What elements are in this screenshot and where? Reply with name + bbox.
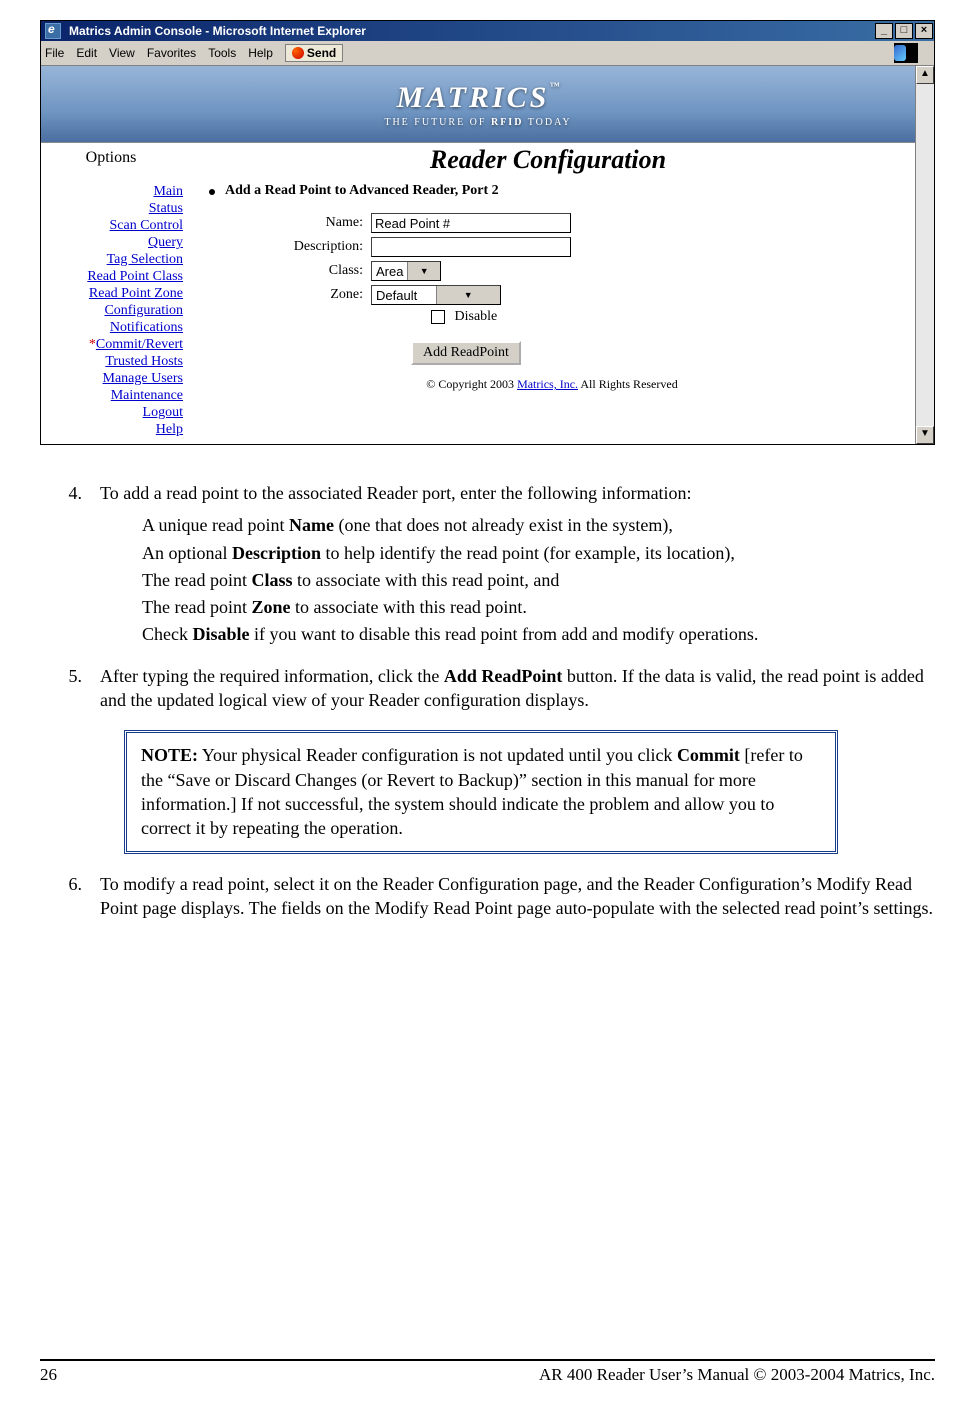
sidebar-nav: Main Status Scan Control Query Tag Selec… (41, 177, 189, 444)
menu-edit[interactable]: Edit (76, 46, 97, 60)
scroll-down-button[interactable]: ▼ (916, 426, 934, 444)
document-body: 4. To add a read point to the associated… (40, 481, 935, 920)
step-number-4: 4. (40, 481, 100, 650)
class-select-value: Area (372, 264, 407, 279)
sidebar-item-read-point-class[interactable]: Read Point Class (43, 268, 183, 285)
menu-tools[interactable]: Tools (208, 46, 236, 60)
matrics-link[interactable]: Matrics, Inc. (517, 377, 578, 391)
page-number: 26 (40, 1365, 57, 1385)
sidebar-item-manage-users[interactable]: Manage Users (43, 370, 183, 387)
zone-select[interactable]: Default ▼ (371, 285, 501, 305)
matrics-logo: MATRICS™ (397, 81, 560, 115)
copyright-line: © Copyright 2003 Matrics, Inc. All Right… (203, 369, 901, 396)
footer-title: AR 400 Reader User’s Manual © 2003-2004 … (539, 1365, 935, 1385)
sidebar-item-status[interactable]: Status (43, 200, 183, 217)
page-title: Reader Configuration (181, 143, 915, 177)
sidebar-item-notifications[interactable]: Notifications (43, 319, 183, 336)
ie-icon (45, 23, 61, 39)
step-6-text: To modify a read point, select it on the… (100, 872, 935, 921)
disable-checkbox[interactable] (431, 310, 445, 324)
matrics-banner: MATRICS™ THE FUTURE OF RFID TODAY (41, 66, 915, 142)
page-header-row: Options Reader Configuration (41, 142, 915, 177)
menu-file[interactable]: File (45, 46, 64, 60)
name-label: Name: (203, 215, 371, 231)
step-4-line-b: An optional Description to help identify… (142, 541, 935, 565)
send-label: Send (307, 46, 336, 60)
sidebar-item-tag-selection[interactable]: Tag Selection (43, 251, 183, 268)
disable-label: Disable (455, 309, 498, 324)
options-header: Options (41, 143, 181, 177)
close-button[interactable]: × (915, 23, 933, 39)
send-icon (292, 47, 304, 59)
vertical-scrollbar[interactable]: ▲ ▼ (916, 66, 934, 444)
sidebar-item-commit-revert[interactable]: Commit/Revert (96, 337, 183, 352)
menu-favorites[interactable]: Favorites (147, 46, 196, 60)
step-number-5: 5. (40, 664, 100, 713)
step-5-text: After typing the required information, c… (100, 664, 935, 713)
sidebar-item-logout[interactable]: Logout (43, 404, 183, 421)
menu-view[interactable]: View (109, 46, 135, 60)
class-select[interactable]: Area ▼ (371, 261, 441, 281)
note-box: NOTE: Your physical Reader configuration… (124, 730, 838, 853)
sidebar-item-scan-control[interactable]: Scan Control (43, 217, 183, 234)
send-button[interactable]: Send (285, 44, 343, 62)
main-form: Add a Read Point to Advanced Reader, Por… (189, 177, 915, 444)
uncommitted-star-icon: * (89, 337, 96, 352)
title-bar: Matrics Admin Console - Microsoft Intern… (41, 21, 934, 41)
description-input[interactable] (371, 237, 571, 257)
scroll-track[interactable] (916, 84, 934, 426)
scroll-up-button[interactable]: ▲ (916, 66, 934, 84)
menu-help[interactable]: Help (248, 46, 273, 60)
sidebar-item-trusted-hosts[interactable]: Trusted Hosts (43, 353, 183, 370)
bullet-icon (209, 189, 215, 195)
sidebar-item-help[interactable]: Help (43, 421, 183, 438)
add-readpoint-button[interactable]: Add ReadPoint (411, 341, 521, 365)
sidebar-item-read-point-zone[interactable]: Read Point Zone (43, 285, 183, 302)
chevron-down-icon: ▼ (436, 286, 501, 304)
class-label: Class: (203, 263, 371, 279)
name-input[interactable] (371, 213, 571, 233)
step-4-line-d: The read point Zone to associate with th… (142, 595, 935, 619)
page-footer: 26 AR 400 Reader User’s Manual © 2003-20… (40, 1359, 935, 1385)
sidebar-item-main[interactable]: Main (43, 183, 183, 200)
step-number-6: 6. (40, 872, 100, 921)
step-4-line-a: A unique read point Name (one that does … (142, 513, 935, 537)
sidebar-item-query[interactable]: Query (43, 234, 183, 251)
ie-logo-icon (894, 45, 906, 61)
chevron-down-icon: ▼ (407, 262, 440, 280)
description-label: Description: (203, 239, 371, 255)
form-heading: Add a Read Point to Advanced Reader, Por… (225, 183, 499, 199)
step-4-intro: To add a read point to the associated Re… (100, 481, 935, 505)
sidebar-item-configuration[interactable]: Configuration (43, 302, 183, 319)
sidebar-item-maintenance[interactable]: Maintenance (43, 387, 183, 404)
minimize-button[interactable]: _ (875, 23, 893, 39)
menu-bar: File Edit View Favorites Tools Help Send (41, 41, 934, 66)
ie-throbber (894, 43, 918, 63)
window-title: Matrics Admin Console - Microsoft Intern… (65, 24, 874, 38)
browser-window: Matrics Admin Console - Microsoft Intern… (40, 20, 935, 445)
maximize-button[interactable]: □ (895, 23, 913, 39)
matrics-tagline: THE FUTURE OF RFID TODAY (384, 117, 571, 128)
browser-viewport: MATRICS™ THE FUTURE OF RFID TODAY Option… (41, 66, 934, 444)
step-4-line-c: The read point Class to associate with t… (142, 568, 935, 592)
zone-label: Zone: (203, 287, 371, 303)
zone-select-value: Default (372, 288, 436, 303)
step-4-line-e: Check Disable if you want to disable thi… (142, 622, 935, 646)
